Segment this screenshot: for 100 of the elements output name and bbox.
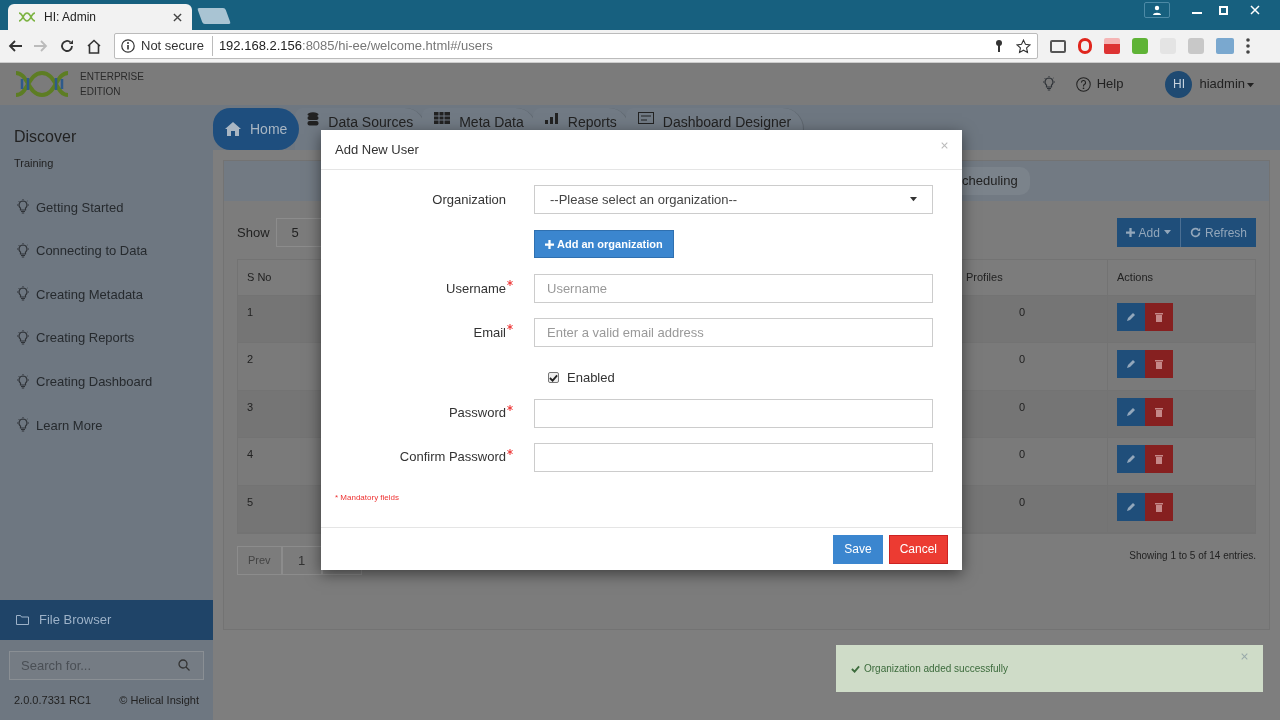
refresh-button[interactable]: Refresh: [1180, 218, 1256, 247]
forward-icon[interactable]: [34, 40, 48, 52]
checkbox-label: Enabled: [567, 369, 615, 387]
sidebar-item[interactable]: Connecting to Data: [0, 229, 213, 273]
prev-button[interactable]: Prev: [237, 545, 282, 575]
save-button[interactable]: Save: [833, 534, 883, 564]
lightbulb-icon: [16, 417, 30, 434]
table-cell-text: 4: [246, 447, 255, 463]
search-icon[interactable]: [178, 658, 190, 671]
logo-text: EDITION: [80, 85, 122, 99]
help-icon[interactable]: [1075, 76, 1091, 92]
table-cell-text: 2: [246, 352, 255, 368]
input-field[interactable]: Username: [534, 274, 933, 303]
browser-tab[interactable]: HI: Admin: [8, 4, 192, 30]
copyright-text: © Helical Insight: [119, 692, 199, 708]
check-icon: [851, 664, 860, 673]
nav-tab[interactable]: Home: [213, 108, 300, 150]
new-tab-button[interactable]: [197, 8, 231, 24]
sidebar-subheading: Training: [14, 156, 55, 171]
input-field[interactable]: Enter a valid email address: [534, 318, 933, 347]
pencil-icon: [1126, 454, 1136, 465]
reload-icon[interactable]: [60, 39, 74, 53]
refresh-icon: [1189, 227, 1201, 238]
table-cell-text: 0: [1018, 447, 1027, 463]
trash-icon: [1155, 501, 1163, 512]
help-link[interactable]: Help: [1096, 74, 1124, 94]
trash-icon: [1155, 312, 1163, 322]
delete-button[interactable]: [1145, 303, 1173, 331]
add-organization-button[interactable]: Add an organization: [534, 230, 674, 258]
table-cell-text: 1: [246, 305, 255, 320]
database-icon: [307, 112, 320, 126]
trash-icon: [1155, 406, 1163, 417]
input-field[interactable]: [534, 398, 933, 428]
lightbulb-icon: [1041, 76, 1056, 92]
column-header: Actions: [1107, 260, 1255, 295]
table-cell-text: 0: [1018, 494, 1027, 510]
sidebar-item[interactable]: Creating Dashboard: [0, 359, 213, 404]
pencil-icon: [1126, 406, 1136, 417]
edit-button[interactable]: [1117, 350, 1145, 379]
sidebar-item[interactable]: Creating Reports: [0, 316, 213, 360]
logo-text: ENTERPRISE: [80, 70, 144, 84]
field-label: Username: [445, 279, 506, 298]
dropdown-icon: [910, 197, 917, 202]
organization-select[interactable]: --Please select an organization--: [534, 185, 933, 214]
show-label: Show: [237, 223, 270, 242]
user-icon[interactable]: [1144, 2, 1170, 18]
sidebar-item[interactable]: Creating Metadata: [0, 272, 213, 317]
table-cell-text: 5: [246, 494, 255, 510]
security-label: Not secure: [141, 36, 213, 56]
file-browser-button[interactable]: File Browser: [0, 599, 213, 640]
pencil-icon: [1126, 312, 1136, 322]
delete-button[interactable]: [1145, 397, 1173, 426]
tab-title: HI: Admin: [44, 9, 98, 26]
table-cell-text: 0: [1018, 352, 1027, 368]
cancel-button[interactable]: Cancel: [888, 534, 948, 564]
table-cell-text: 0: [1018, 399, 1027, 415]
delete-button[interactable]: [1145, 445, 1173, 474]
sidebar-item[interactable]: Getting Started: [0, 185, 213, 230]
sidebar-item[interactable]: Learn More: [0, 403, 213, 448]
column-header: S No: [246, 270, 273, 286]
table-cell-text: 0: [1018, 305, 1027, 320]
back-icon[interactable]: [8, 40, 22, 52]
mandatory-note: * Mandatory fields: [335, 491, 401, 504]
home-icon[interactable]: [86, 38, 102, 54]
logo-icon: [18, 12, 36, 22]
user-avatar[interactable]: HI: [1165, 70, 1193, 98]
edit-button[interactable]: [1117, 303, 1145, 331]
star-icon[interactable]: [1016, 38, 1031, 54]
dashboard-icon: [637, 112, 654, 124]
trash-icon: [1155, 359, 1163, 370]
lightbulb-icon: [16, 286, 30, 303]
column-header: Profiles: [965, 270, 1004, 286]
url-text: 192.168.2.156:8085/hi-ee/welcome.html#/users: [218, 37, 494, 56]
bar-chart-icon: [544, 112, 559, 124]
info-icon: [121, 39, 135, 53]
address-bar[interactable]: Not secure 192.168.2.156:8085/hi-ee/welcome.html#/users: [114, 33, 1038, 59]
key-icon[interactable]: [994, 39, 1004, 53]
home-icon: [225, 122, 241, 136]
field-label: Organization: [431, 190, 506, 209]
close-icon[interactable]: [173, 12, 182, 22]
pencil-icon: [1126, 359, 1136, 370]
delete-button[interactable]: [1145, 492, 1173, 521]
pencil-icon: [1126, 501, 1136, 512]
lightbulb-icon: [16, 242, 30, 259]
caret-icon: [1163, 230, 1171, 235]
lightbulb-icon: [16, 373, 30, 390]
menu-icon[interactable]: [1246, 38, 1250, 54]
lightbulb-icon: [16, 330, 30, 347]
check-icon: [549, 373, 558, 382]
checkbox[interactable]: [548, 372, 559, 384]
input-field[interactable]: [534, 442, 933, 472]
add-button[interactable]: Add: [1116, 218, 1181, 247]
edit-button[interactable]: [1117, 445, 1145, 474]
edit-button[interactable]: [1117, 397, 1145, 426]
edit-button[interactable]: [1117, 492, 1145, 521]
trash-icon: [1155, 454, 1163, 465]
field-label: Password: [447, 404, 506, 423]
field-label: Confirm Password: [398, 448, 506, 467]
user-menu[interactable]: hiadmin: [1199, 74, 1245, 94]
delete-button[interactable]: [1145, 350, 1173, 379]
